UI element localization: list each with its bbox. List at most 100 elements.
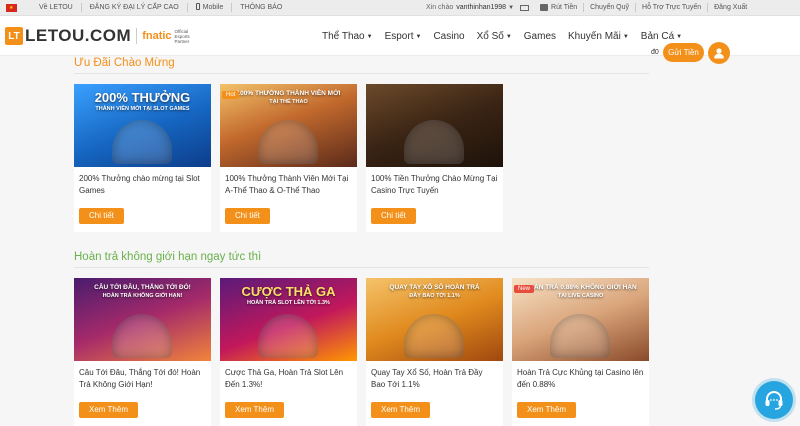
partner-text: Official Esports Partner — [174, 28, 190, 44]
promo-card: CƯỢC THẢ GA HOÀN TRẢ SLOT LÊN TỚI 1.3% Cượ… — [220, 278, 357, 426]
section-title-rebate: Hoàn trả không giới hạn ngay tức thì — [74, 251, 262, 263]
promo-title: 100% Tiền Thưởng Chào Mừng Tại Casino Tr… — [371, 174, 498, 195]
headset-icon — [765, 391, 783, 410]
promo-detail-button[interactable]: Xem Thêm — [79, 402, 138, 418]
banner-headline: CƯỢC THẢ GA — [241, 284, 336, 299]
banner-subline: HOÀN TRẢ SLOT LÊN TỚI 1.3% — [247, 300, 330, 306]
promo-title: 100% Thưởng Thành Viên Mới Tại A-Thể Tha… — [225, 174, 349, 195]
main-nav: Thể Thao ▼ Esport ▼ Casino Xổ Số ▼ Games Khuyến … — [322, 16, 694, 56]
promo-banner-image[interactable]: QUAY TAY XỔ SỐ HOÀN TRẢ ĐẦY BAO TỚI 1.1% — [366, 278, 503, 361]
promo-title: 200% Thưởng chào mừng tại Slot Games — [79, 174, 200, 195]
live-support-link[interactable]: Hỗ Trợ Trực Tuyến — [636, 3, 709, 12]
promotions-content: Ưu Đãi Chào Mừng 200% THƯỞNG THÀNH VIÊN M… — [74, 55, 654, 426]
promo-detail-button[interactable]: Xem Thêm — [225, 402, 284, 418]
nav-item-3[interactable]: Xổ Số ▼ — [477, 31, 512, 42]
promo-detail-button[interactable]: Xem Thêm — [517, 402, 576, 418]
banner-artwork — [404, 120, 464, 164]
promo-card: CÂU TỚI ĐÂU, THẮNG TỚI ĐÓ! HOÀN TRẢ KHÔNG… — [74, 278, 211, 426]
rebate-cards: CÂU TỚI ĐÂU, THẮNG TỚI ĐÓ! HOÀN TRẢ KHÔNG… — [74, 278, 654, 426]
fnatic-logo: fnatic — [142, 30, 172, 42]
logo-mark: LT — [5, 27, 23, 45]
banner-headline: CÂU TỚI ĐÂU, THẮNG TỚI ĐÓ! — [94, 284, 191, 291]
welcome-cards: 200% THƯỞNG THÀNH VIÊN MỚI TẠI SLOT GAMES… — [74, 84, 654, 232]
nav-item-5[interactable]: Khuyến Mãi ▼ — [568, 31, 629, 42]
promo-banner-image[interactable]: Hot 100% THƯỞNG THÀNH VIÊN MỚI TẠI THỂ THA… — [220, 84, 357, 167]
banner-subline: ĐẦY BAO TỚI 1.1% — [409, 293, 460, 299]
promo-card: Hot 100% THƯỞNG THÀNH VIÊN MỚI TẠI THỂ THA… — [220, 84, 357, 232]
mobile-icon — [195, 3, 200, 10]
promo-banner-image[interactable]: CÂU TỚI ĐÂU, THẮNG TỚI ĐÓ! HOÀN TRẢ KHÔNG… — [74, 278, 211, 361]
nav-item-6[interactable]: Bản Cá ▼ — [641, 31, 682, 42]
deposit-button[interactable]: Gửi Tiền — [663, 43, 704, 62]
nav-label: Esport — [384, 30, 414, 42]
top-utility-bar: Về LETOU ĐĂNG KÝ ĐẠI LÝ CẤP CAO Mobile T… — [0, 0, 800, 16]
promo-title: Hoàn Trả Cực Khủng tại Casino lên đến 0.… — [517, 368, 644, 389]
mobile-label: Mobile — [202, 4, 224, 11]
promo-title: Câu Tới Đâu, Thắng Tới đó! Hoàn Trả Khôn… — [79, 368, 201, 389]
section-divider — [74, 73, 649, 74]
live-chat-button[interactable] — [755, 381, 793, 419]
promo-banner-image[interactable]: CƯỢC THẢ GA HOÀN TRẢ SLOT LÊN TỚI 1.3% — [220, 278, 357, 361]
promo-card: QUAY TAY XỔ SỐ HOÀN TRẢ ĐẦY BAO TỚI 1.1% Q… — [366, 278, 503, 426]
chevron-down-icon[interactable]: ▼ — [508, 5, 514, 11]
nav-item-2[interactable]: Casino — [433, 31, 464, 42]
section-divider — [74, 267, 649, 268]
banner-artwork — [112, 314, 172, 358]
vietnam-flag-icon[interactable] — [6, 3, 17, 12]
banner-artwork — [404, 314, 464, 358]
transfer-link[interactable]: Chuyển Quỹ — [584, 3, 637, 12]
nav-item-0[interactable]: Thể Thao ▼ — [322, 31, 373, 42]
logout-link[interactable]: Đăng Xuất — [708, 3, 753, 12]
promo-detail-button[interactable]: Xem Thêm — [371, 402, 430, 418]
section-title-welcome: Ưu Đãi Chào Mừng — [74, 57, 175, 69]
caret-down-icon: ▼ — [505, 33, 512, 40]
user-icon — [714, 48, 724, 59]
banner-subline: HOÀN TRẢ KHÔNG GIỚI HẠN! — [102, 293, 183, 299]
logo-text: LETOU.COM — [25, 26, 132, 45]
promo-title: Quay Tay Xổ Số, Hoàn Trả Đầy Bao Tới 1.1… — [371, 368, 483, 389]
logo-divider — [136, 28, 138, 44]
username[interactable]: vanthinhan1998 — [456, 4, 506, 11]
banner-headline: 100% THƯỞNG THÀNH VIÊN MỚI — [236, 90, 341, 97]
banner-headline: QUAY TAY XỔ SỐ HOÀN TRẢ — [389, 284, 480, 291]
nav-label: Xổ Số — [476, 30, 504, 42]
promo-tag-badge: New — [514, 285, 535, 293]
promo-detail-button[interactable]: Chi tiết — [371, 208, 416, 224]
promo-banner-image[interactable]: New HOÀN TRẢ 0.88% KHÔNG GIỚI HẠN TẠI LIVE… — [512, 278, 649, 361]
caret-down-icon: ▼ — [676, 33, 683, 40]
promo-detail-button[interactable]: Chi tiết — [225, 208, 270, 224]
promo-title: Cược Thả Ga, Hoàn Trả Slot Lên Đến 1.3%! — [225, 368, 344, 389]
banner-subline: TẠI THỂ THAO — [269, 99, 308, 105]
money-icon — [540, 4, 549, 11]
banner-artwork — [550, 314, 610, 358]
banner-subline: TẠI LIVE CASINO — [557, 293, 604, 299]
promo-card: New HOÀN TRẢ 0.88% KHÔNG GIỚI HẠN TẠI LIVE… — [512, 278, 649, 426]
mail-icon[interactable] — [520, 4, 530, 11]
promo-detail-button[interactable]: Chi tiết — [79, 208, 124, 224]
caret-down-icon: ▼ — [622, 33, 629, 40]
banner-subline: THÀNH VIÊN MỚI TẠI SLOT GAMES — [95, 106, 190, 112]
nav-label: Games — [523, 30, 557, 42]
promo-card: 200% THƯỞNG THÀNH VIÊN MỚI TẠI SLOT GAMES… — [74, 84, 211, 232]
greeting-text: Xin chào — [426, 4, 454, 11]
nav-item-1[interactable]: Esport ▼ — [385, 31, 422, 42]
mobile-link[interactable]: Mobile — [188, 3, 233, 12]
caret-down-icon: ▼ — [366, 33, 373, 40]
user-avatar[interactable] — [708, 42, 730, 64]
nav-label: Bản Cá — [640, 30, 675, 42]
withdraw-label[interactable]: Rút Tiền — [551, 3, 585, 12]
banner-artwork — [112, 120, 172, 164]
notice-link[interactable]: THÔNG BÁO — [232, 3, 290, 12]
nav-label: Casino — [433, 30, 465, 42]
nav-item-4[interactable]: Games — [524, 31, 556, 42]
nav-label: Thể Thao — [322, 30, 365, 42]
promo-banner-image[interactable] — [366, 84, 503, 167]
caret-down-icon: ▼ — [415, 33, 422, 40]
about-link[interactable]: Về LETOU — [31, 3, 82, 12]
main-header: LT LETOU.COM fnatic Official Esports Par… — [0, 16, 800, 64]
promo-tag-badge: Hot — [222, 91, 240, 99]
banner-artwork — [258, 314, 318, 358]
site-logo[interactable]: LT LETOU.COM fnatic Official Esports Par… — [5, 26, 201, 46]
agent-register-link[interactable]: ĐĂNG KÝ ĐẠI LÝ CẤP CAO — [82, 3, 188, 12]
promo-banner-image[interactable]: 200% THƯỞNG THÀNH VIÊN MỚI TẠI SLOT GAMES — [74, 84, 211, 167]
